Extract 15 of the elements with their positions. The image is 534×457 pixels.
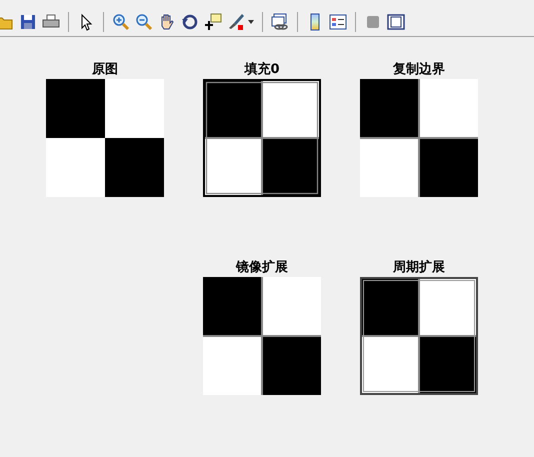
plot-title: 周期扩展 [393, 260, 445, 275]
link-icon[interactable] [271, 13, 289, 31]
plot-title: 镜像扩展 [236, 260, 288, 275]
legend-icon[interactable] [329, 13, 347, 31]
plot-title: 原图 [92, 62, 118, 77]
show-plot-tools-icon[interactable] [387, 13, 405, 31]
zoom-out-icon[interactable] [135, 13, 153, 31]
zoom-in-icon[interactable] [112, 13, 130, 31]
data-cursor-icon[interactable] [204, 13, 222, 31]
brush-icon[interactable] [227, 13, 245, 31]
save-icon[interactable] [19, 13, 37, 31]
plot-title: 填充0 [244, 62, 280, 77]
plot-title: 复制边界 [393, 62, 445, 77]
rotate-icon[interactable] [181, 13, 199, 31]
caret-icon[interactable] [248, 20, 254, 24]
